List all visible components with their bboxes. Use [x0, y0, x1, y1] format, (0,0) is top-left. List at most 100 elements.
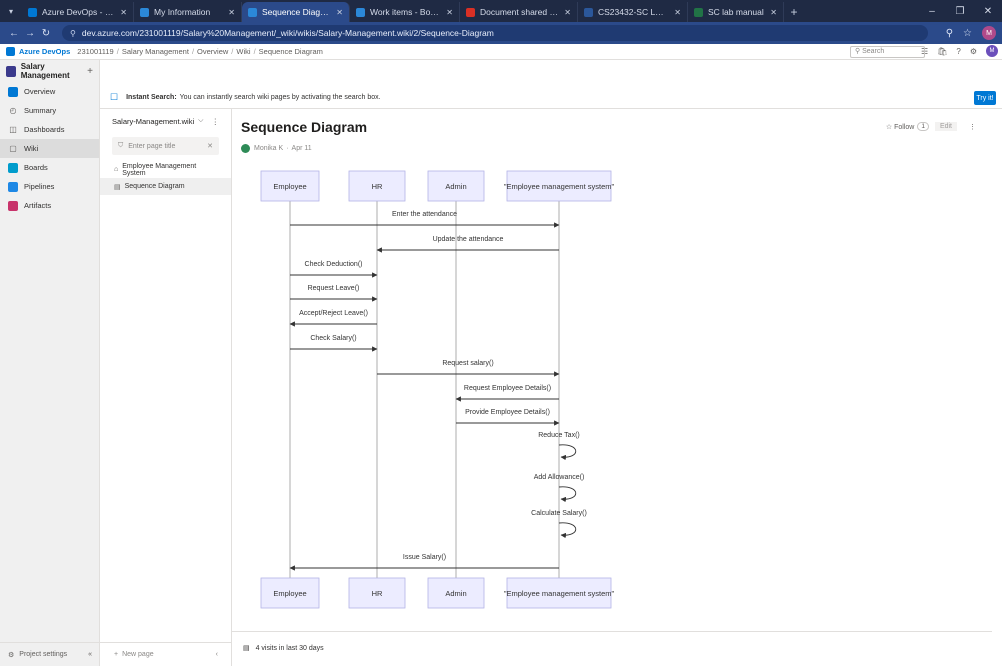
- divider: [232, 631, 992, 632]
- sequence-diagram-svg: Employee HR Admin "Employee management syst…: [260, 170, 615, 609]
- new-tab-button[interactable]: +: [784, 2, 804, 22]
- page-filter-input[interactable]: ⛉ Enter page title ✕: [112, 137, 219, 155]
- user-settings-icon[interactable]: ⚙: [970, 47, 977, 56]
- browser-tab-strip: ▾ Azure DevOps - Microsoft Azur✕My Infor…: [0, 0, 1002, 22]
- summary-icon: ◴: [9, 106, 17, 115]
- azure-devops-logo-icon[interactable]: [6, 47, 15, 56]
- tab-menu-icon[interactable]: ▾: [0, 0, 22, 22]
- tab-close-icon[interactable]: ✕: [674, 8, 681, 17]
- minimize-icon[interactable]: –: [918, 0, 946, 22]
- tab-close-icon[interactable]: ✕: [228, 8, 235, 17]
- help-icon[interactable]: ?: [956, 47, 960, 56]
- wiki-page-content: Sequence Diagram Monika K · Apr 11 ☆ Fol…: [232, 109, 1002, 666]
- nav-item-dashboards[interactable]: ◫ Dashboards: [0, 120, 99, 139]
- message-label: Calculate Salary(): [531, 510, 587, 517]
- breadcrumb-item[interactable]: 231001119: [77, 47, 113, 56]
- nav-item-summary[interactable]: ◴ Summary: [0, 101, 99, 120]
- marketplace-icon[interactable]: 🛍: [937, 47, 947, 56]
- site-info-icon[interactable]: ⚲: [70, 29, 76, 38]
- tab-close-icon[interactable]: ✕: [446, 8, 453, 17]
- participant-label: HR: [372, 182, 383, 191]
- address-bar: ← → ↻ ⚲ dev.azure.com/231001119/Salary%2…: [0, 22, 1002, 44]
- wiki-selector[interactable]: Salary-Management.wiki ⌵ ⋮: [100, 109, 231, 133]
- artifacts-icon: [8, 200, 18, 211]
- self-message-arrow: [558, 486, 577, 503]
- browser-tab[interactable]: Document shared with you: "C ✕: [460, 2, 578, 22]
- back-icon[interactable]: ←: [6, 28, 22, 39]
- tab-favicon-icon: [356, 7, 365, 17]
- try-it-button[interactable]: Try it!: [974, 91, 996, 105]
- participant-label: Admin: [445, 182, 466, 191]
- reload-icon[interactable]: ↻: [38, 28, 54, 39]
- breadcrumb-item[interactable]: Overview: [197, 47, 228, 56]
- browser-tab[interactable]: Azure DevOps - Microsoft Azur ✕: [22, 2, 134, 22]
- collapse-tree-icon[interactable]: ‹: [216, 651, 218, 658]
- wiki-page-label: Sequence Diagram: [124, 183, 185, 190]
- breadcrumb-item[interactable]: Wiki: [236, 47, 250, 56]
- url-field[interactable]: ⚲ dev.azure.com/231001119/Salary%20Manag…: [62, 25, 928, 41]
- boards-icon: [8, 162, 18, 173]
- wiki-page-label: Employee Management System: [122, 162, 197, 177]
- profile-avatar[interactable]: M: [982, 26, 996, 40]
- clear-filter-icon[interactable]: ✕: [207, 142, 213, 150]
- add-icon[interactable]: +: [87, 66, 93, 77]
- tab-close-icon[interactable]: ✕: [120, 8, 127, 17]
- browser-tab[interactable]: Work items - Boards ✕: [350, 2, 460, 22]
- participant-label: "Employee management system": [504, 182, 615, 191]
- nav-item-label: Pipelines: [24, 182, 55, 191]
- message-label: Reduce Tax(): [538, 432, 580, 439]
- message-label: Request Employee Details(): [464, 385, 551, 392]
- nav-item-artifacts[interactable]: Artifacts: [0, 196, 99, 215]
- nav-item-overview[interactable]: Overview: [0, 82, 99, 101]
- project-settings-link[interactable]: ⚙ Project settings «: [0, 642, 100, 666]
- instant-search-banner: ☐ Instant Search: You can instantly sear…: [100, 87, 1002, 109]
- forward-icon[interactable]: →: [22, 28, 38, 39]
- tab-favicon-icon: [466, 7, 475, 17]
- nav-item-pipelines[interactable]: Pipelines: [0, 177, 99, 196]
- filter-icon: ⛉: [118, 142, 124, 149]
- participant-label: HR: [372, 589, 383, 598]
- tab-close-icon[interactable]: ✕: [564, 8, 571, 17]
- wiki-icon: ▢: [9, 144, 17, 153]
- collapse-nav-icon[interactable]: «: [88, 651, 92, 658]
- tab-favicon-icon: [248, 7, 257, 17]
- tab-close-icon[interactable]: ✕: [770, 8, 777, 17]
- maximize-icon[interactable]: ❐: [946, 0, 974, 22]
- pipelines-icon: [8, 181, 18, 192]
- info-icon: ☐: [110, 92, 119, 102]
- visits-icon: ▤: [243, 645, 250, 652]
- more-options-icon[interactable]: ⋮: [212, 117, 220, 126]
- breadcrumb: 231001119/Salary Management / Overview / Wik…: [74, 47, 326, 56]
- tab-title: SC lab manual: [708, 7, 764, 17]
- new-page-button[interactable]: + New page ‹: [100, 642, 232, 666]
- bookmark-star-icon[interactable]: ☆: [963, 28, 972, 39]
- close-window-icon[interactable]: ✕: [974, 0, 1002, 22]
- brand-link[interactable]: Azure DevOps: [19, 47, 70, 56]
- tab-close-icon[interactable]: ✕: [336, 8, 343, 17]
- browser-tab[interactable]: Sequence Diagram - Overview ✕: [242, 2, 350, 22]
- project-selector[interactable]: Salary Management +: [0, 60, 99, 82]
- tab-title: CS23432-SC Lab Manual.docx: [598, 7, 668, 17]
- project-navigation: Salary Management + Overview ◴ Summary ◫ Das…: [0, 60, 100, 666]
- home-icon: ⌂: [114, 166, 119, 173]
- tab-title: Work items - Boards: [370, 7, 441, 17]
- user-avatar[interactable]: M: [986, 45, 998, 57]
- browser-tab[interactable]: CS23432-SC Lab Manual.docx ✕: [578, 2, 688, 22]
- nav-item-boards[interactable]: Boards: [0, 158, 99, 177]
- breadcrumb-item[interactable]: Salary Management: [122, 47, 189, 56]
- browser-tab[interactable]: My Information ✕: [134, 2, 242, 22]
- project-icon: [6, 65, 16, 77]
- settings-list-icon[interactable]: ☷: [921, 47, 928, 56]
- zoom-icon[interactable]: ⚲: [946, 28, 953, 39]
- tab-favicon-icon: [584, 7, 593, 17]
- message-label: Check Deduction(): [305, 261, 363, 268]
- breadcrumb-separator: /: [253, 47, 256, 56]
- url-text: dev.azure.com/231001119/Salary%20Managem…: [81, 28, 494, 38]
- breadcrumb-item[interactable]: Sequence Diagram: [259, 47, 323, 56]
- tab-favicon-icon: [140, 7, 149, 17]
- browser-tab[interactable]: SC lab manual ✕: [688, 2, 784, 22]
- wiki-page-item[interactable]: ⌂ Employee Management System: [100, 161, 231, 178]
- wiki-page-item[interactable]: ▤ Sequence Diagram: [100, 178, 231, 195]
- participant-label: Employee: [273, 589, 306, 598]
- nav-item-wiki[interactable]: ▢ Wiki: [0, 139, 99, 158]
